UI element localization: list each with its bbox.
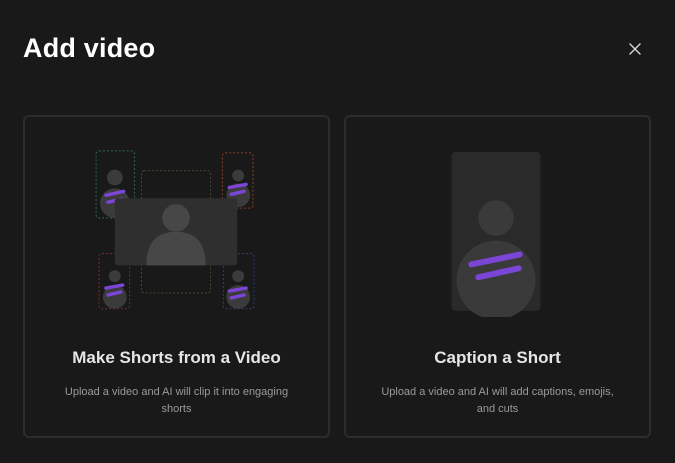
option-description: Upload a video and AI will add captions,… bbox=[381, 386, 614, 415]
dialog-title: Add video bbox=[23, 33, 156, 63]
vertical-short-thumbnail bbox=[451, 151, 541, 317]
close-icon bbox=[629, 43, 641, 55]
option-title: Caption a Short bbox=[434, 348, 561, 367]
captioned-short-illustration bbox=[451, 151, 541, 317]
source-video-thumbnail bbox=[114, 198, 238, 266]
caption-short-option-card[interactable]: Caption a Short Upload a video and AI wi… bbox=[344, 115, 651, 438]
option-title: Make Shorts from a Video bbox=[72, 348, 281, 367]
make-shorts-option-card[interactable]: Make Shorts from a Video Upload a video … bbox=[23, 115, 330, 438]
close-button[interactable] bbox=[624, 38, 646, 60]
clips-collage-illustration bbox=[95, 150, 255, 310]
option-description: Upload a video and AI will clip it into … bbox=[64, 386, 289, 415]
